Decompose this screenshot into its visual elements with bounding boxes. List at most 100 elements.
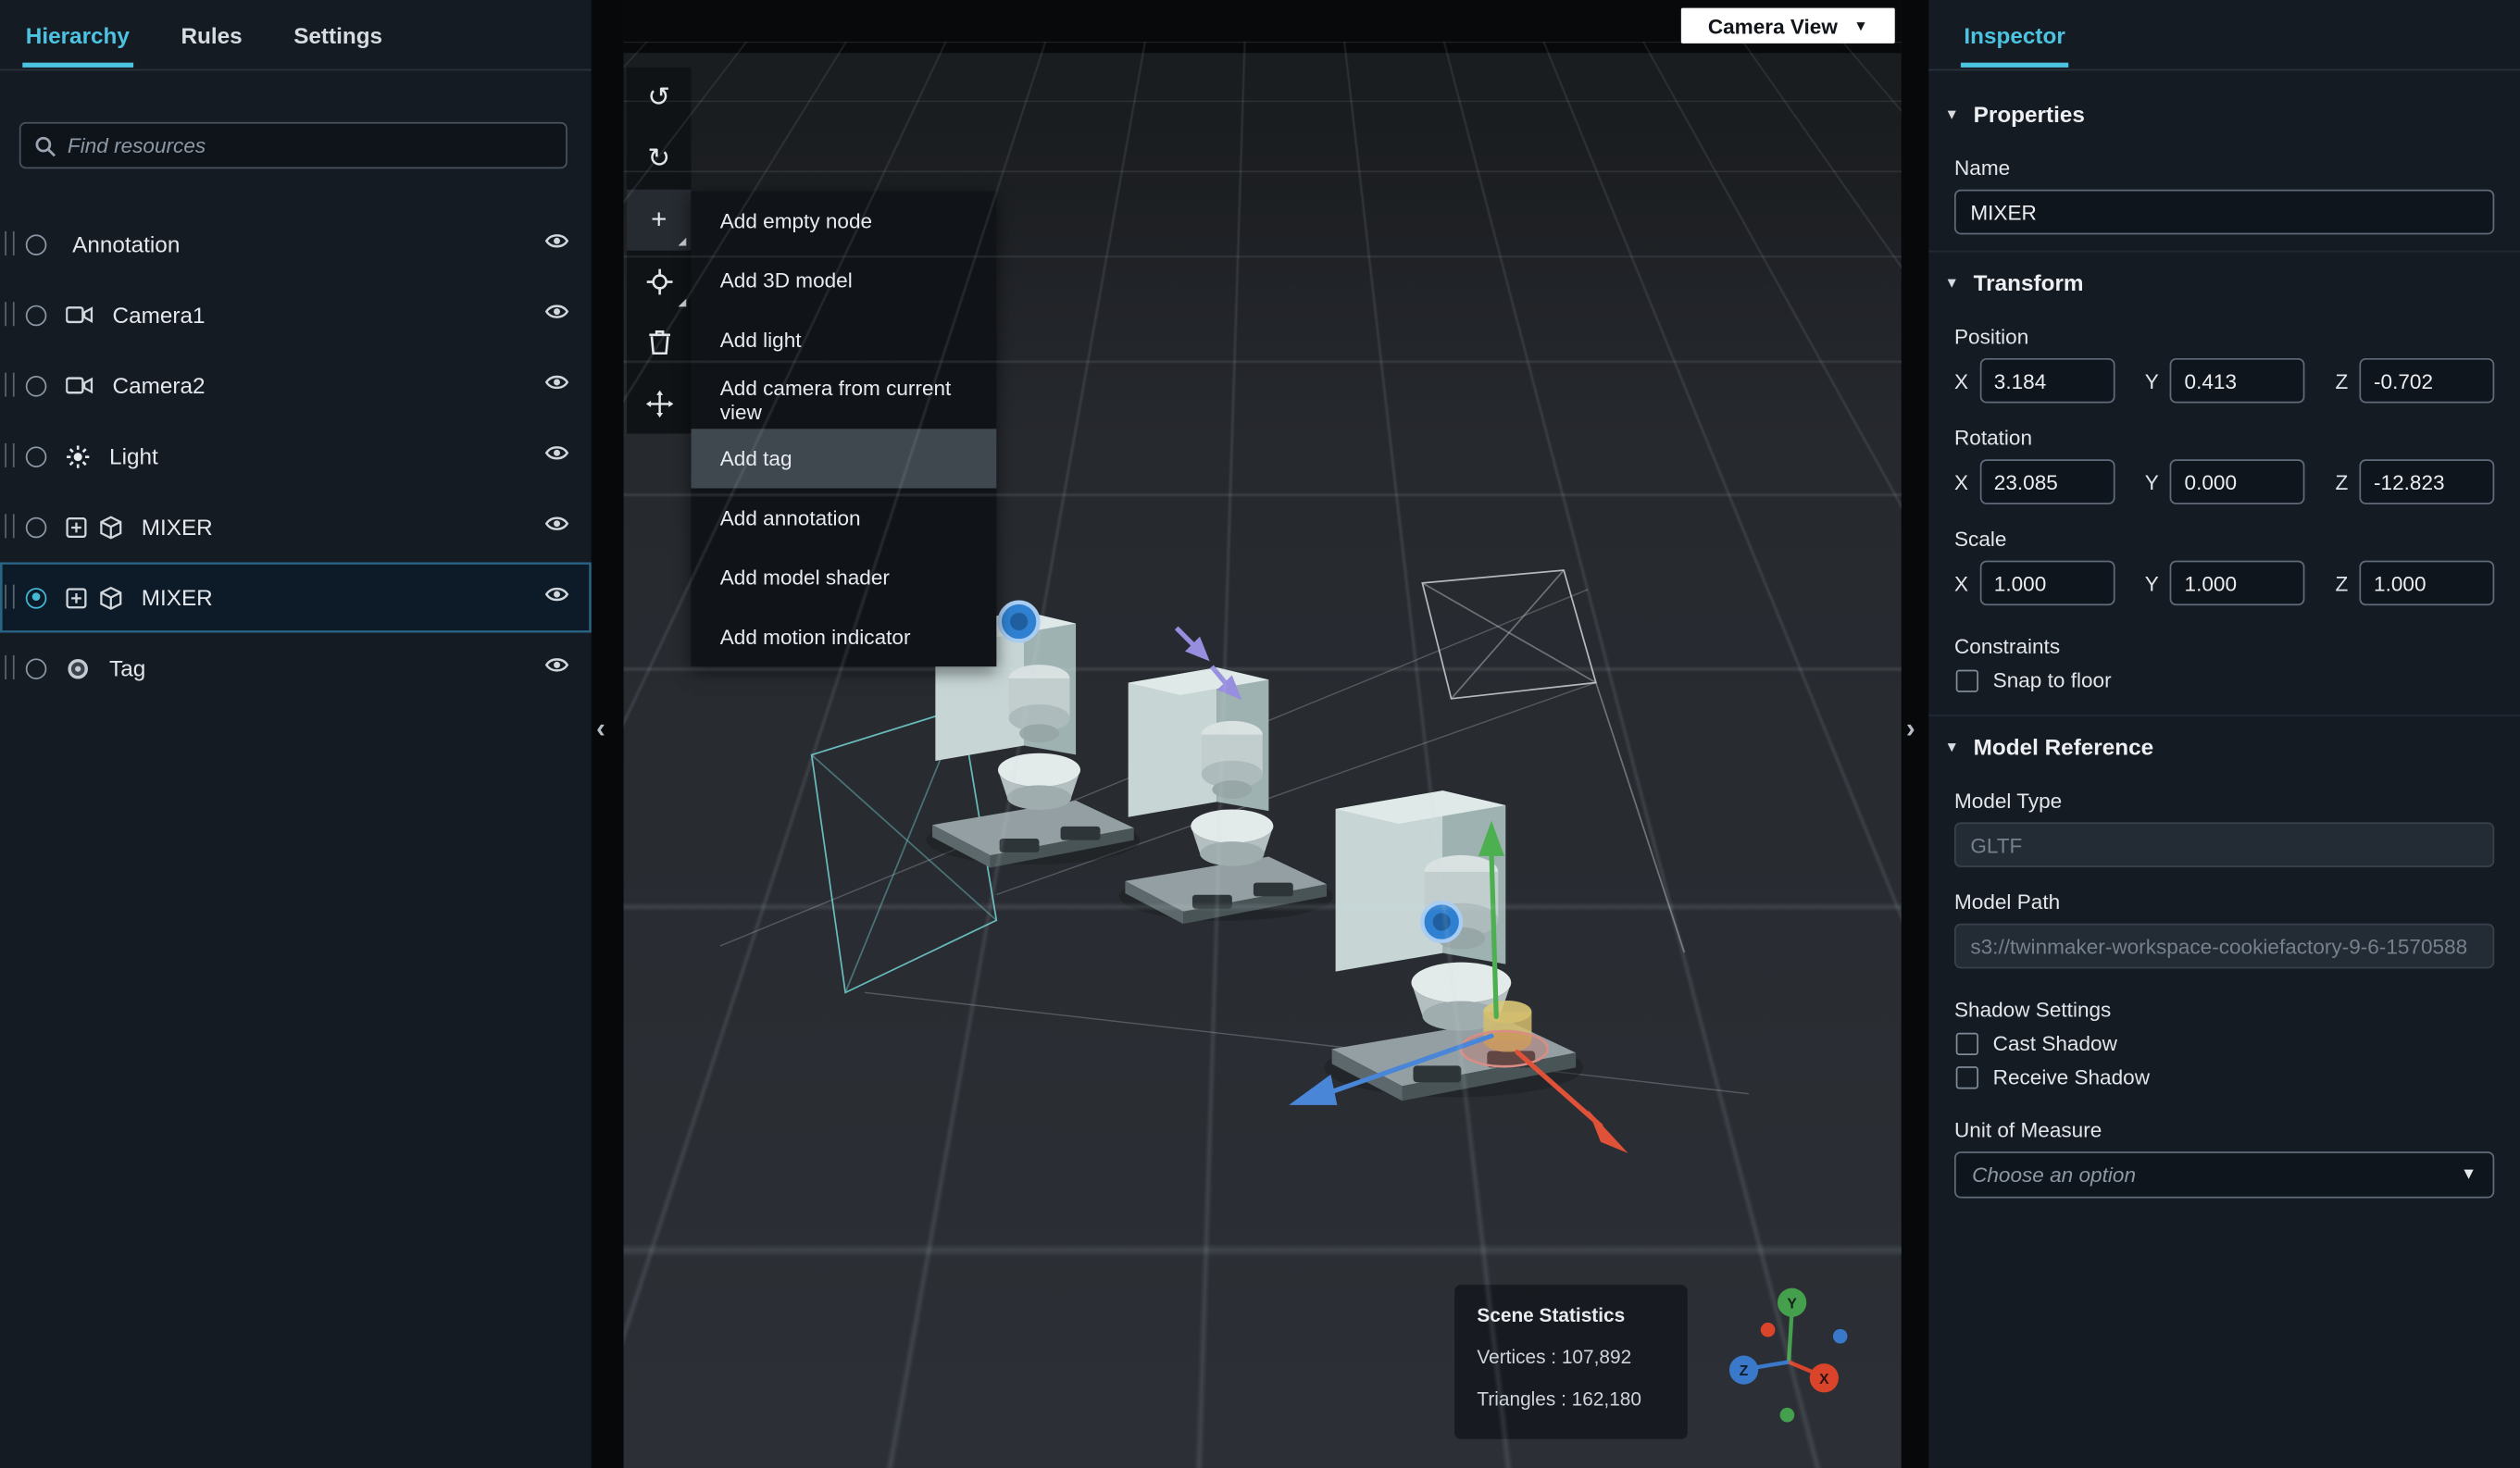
menu-item-add-tag[interactable]: Add tag [691,429,996,488]
gizmo-arrow-z[interactable] [1289,1075,1337,1105]
select-radio[interactable] [26,658,47,679]
tree-item-mixer-1[interactable]: MIXER [0,491,592,562]
tree-item-annotation[interactable]: Annotation [0,209,592,280]
camera-view-dropdown[interactable]: Camera View ▼ [1679,6,1896,45]
camera-icon [66,376,94,395]
target-tool-button[interactable] [627,251,691,312]
menu-item-add-annotation[interactable]: Add annotation [691,489,996,548]
position-y-input[interactable] [2170,358,2305,404]
axis-triad[interactable]: Y X Z [1729,1288,1848,1423]
select-radio[interactable] [26,587,47,608]
tree-item-tag[interactable]: Tag [0,633,592,703]
mixer-model-2[interactable] [1119,667,1333,924]
eye-icon[interactable] [545,514,569,533]
plus-icon: + [651,204,667,236]
move-tool-button[interactable] [627,373,691,434]
left-panel-gutter: ‹ [592,0,624,1468]
right-panel-gutter: › [1902,0,1929,1468]
eye-icon[interactable] [545,655,569,675]
eye-icon[interactable] [545,373,569,392]
eye-icon[interactable] [545,585,569,604]
section-title: Model Reference [1974,734,2154,760]
menu-item-add-3d-model[interactable]: Add 3D model [691,251,996,310]
menu-item-add-light[interactable]: Add light [691,310,996,369]
snap-to-floor-checkbox-row[interactable]: Snap to floor [1956,668,2495,692]
submenu-corner-icon [679,299,687,307]
unit-of-measure-select[interactable]: Choose an option ▼ [1954,1151,2494,1198]
expand-plus-icon[interactable] [66,516,87,538]
drag-handle[interactable] [5,302,14,326]
expand-plus-icon[interactable] [66,587,87,608]
eye-icon[interactable] [545,443,569,463]
scene-statistics: Scene Statistics Vertices : 107,892 Tria… [1454,1285,1688,1439]
drag-handle[interactable] [5,585,14,609]
snap-to-floor-checkbox[interactable] [1956,669,1978,691]
tree-item-camera2[interactable]: Camera2 [0,350,592,420]
scale-x-input[interactable] [1979,561,2115,606]
scene-statistics-title: Scene Statistics [1477,1304,1665,1326]
model-path-label: Model Path [1954,890,2494,914]
vertices-count: Vertices : 107,892 [1477,1346,1665,1368]
eye-icon[interactable] [545,302,569,321]
rotation-z-input[interactable] [2359,459,2494,504]
receive-shadow-checkbox-row[interactable]: Receive Shadow [1956,1064,2495,1089]
cast-shadow-checkbox-row[interactable]: Cast Shadow [1956,1031,2495,1055]
drag-handle[interactable] [5,231,14,255]
name-input[interactable] [1954,190,2494,235]
add-object-button[interactable]: + [627,190,691,251]
redo-button[interactable]: ↻ [627,129,691,190]
menu-item-add-camera-from-current-view[interactable]: Add camera from current view [691,369,996,429]
select-radio[interactable] [26,516,47,538]
app-window: Hierarchy Rules Settings Annotation [0,0,2520,1468]
x-axis-label: X [1954,571,1968,595]
position-x-input[interactable] [1979,358,2115,404]
cast-shadow-checkbox[interactable] [1956,1032,1978,1054]
eye-icon[interactable] [545,231,569,251]
select-radio[interactable] [26,446,47,467]
undo-button[interactable]: ↺ [627,68,691,129]
scene-canvas[interactable]: Y X Z Camera View ▼ ↺ ↻ + Add empty node… [624,0,1902,1468]
drag-handle[interactable] [5,373,14,397]
select-radio[interactable] [26,375,47,396]
tab-hierarchy[interactable]: Hierarchy [0,0,156,69]
collapse-right-icon[interactable]: › [1906,713,1915,745]
menu-item-add-model-shader[interactable]: Add model shader [691,548,996,607]
model-type-input [1954,822,2494,867]
section-properties[interactable]: ▼ Properties [1928,83,2520,140]
scale-row: X Y Z [1954,561,2494,606]
tab-rules[interactable]: Rules [156,0,268,69]
drag-handle[interactable] [5,655,14,679]
section-title: Properties [1974,101,2085,127]
undo-icon: ↺ [647,81,670,114]
collapse-left-icon[interactable]: ‹ [596,713,605,745]
section-transform[interactable]: ▼ Transform [1928,251,2520,308]
section-model-reference[interactable]: ▼ Model Reference [1928,715,2520,772]
menu-item-add-motion-indicator[interactable]: Add motion indicator [691,607,996,666]
tab-inspector[interactable]: Inspector [1928,0,2101,69]
triangles-count: Triangles : 162,180 [1477,1387,1665,1410]
tree-item-mixer-2-selected[interactable]: MIXER [0,562,592,632]
rotation-x-input[interactable] [1979,459,2115,504]
tag-widget-1[interactable] [1000,603,1039,641]
position-z-input[interactable] [2359,358,2494,404]
delete-button[interactable] [627,312,691,373]
tag-widget-2[interactable] [1422,902,1461,941]
drag-handle[interactable] [5,443,14,467]
hierarchy-panel: Hierarchy Rules Settings Annotation [0,0,592,1468]
select-placeholder: Choose an option [1972,1163,2136,1187]
tab-settings[interactable]: Settings [268,0,407,69]
select-radio[interactable] [26,305,47,326]
x-axis-label: X [1954,470,1968,494]
rotation-y-input[interactable] [2170,459,2305,504]
select-radio[interactable] [26,233,47,255]
drag-handle[interactable] [5,514,14,538]
tree-item-light[interactable]: Light [0,421,592,491]
rotation-label: Rotation [1954,426,2494,450]
scale-y-input[interactable] [2170,561,2305,606]
search-input[interactable] [68,133,553,157]
scale-z-input[interactable] [2359,561,2494,606]
tree-item-camera1[interactable]: Camera1 [0,280,592,350]
menu-item-add-empty-node[interactable]: Add empty node [691,191,996,250]
gizmo-arrow-x[interactable] [1588,1110,1628,1153]
receive-shadow-checkbox[interactable] [1956,1065,1978,1088]
